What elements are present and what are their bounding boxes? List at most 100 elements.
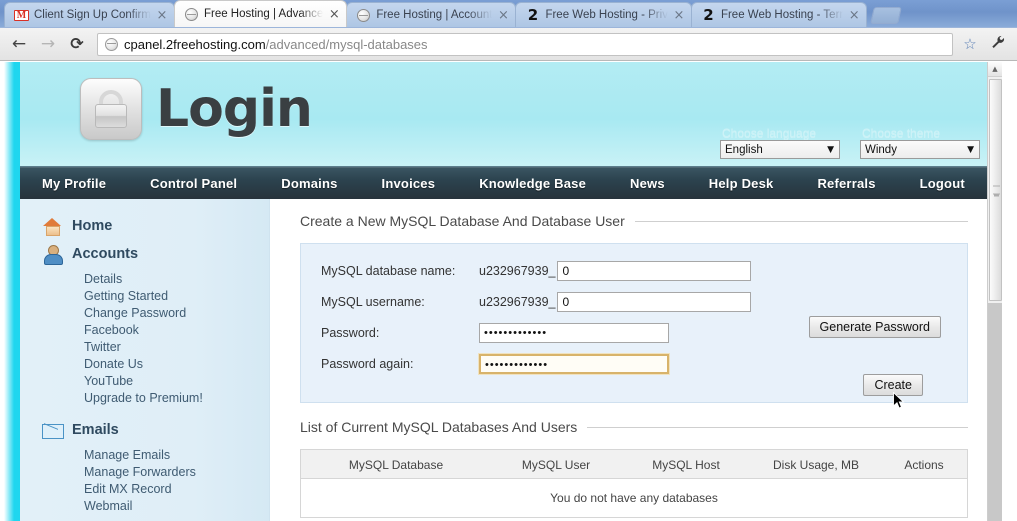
close-icon[interactable]: × (156, 9, 168, 22)
close-icon[interactable]: × (497, 9, 509, 22)
nav-item-help-desk[interactable]: Help Desk (687, 167, 796, 200)
new-tab-button[interactable] (868, 5, 904, 25)
sidebar-group-label: Home (72, 218, 113, 234)
browser-tab-5[interactable]: 2 Free Web Hosting - Terr × (690, 2, 868, 27)
tab-title: Free Web Hosting - Priv (545, 9, 668, 21)
username-label: MySQL username: (321, 295, 425, 309)
language-select[interactable]: English ▼ (720, 140, 840, 159)
password-input[interactable]: ••••••••••••• (479, 323, 669, 343)
sidebar-link-getting-started[interactable]: Getting Started (84, 288, 269, 305)
language-select-value: English (725, 143, 763, 156)
url-path: /advanced/mysql-databases (265, 36, 428, 52)
sidebar-emails-links: Manage Emails Manage Forwarders Edit MX … (20, 445, 269, 521)
two-icon: 2 (703, 6, 714, 24)
nav-item-logout[interactable]: Logout (898, 167, 987, 200)
url-text: cpanel.2freehosting.com/advanced/mysql-d… (124, 37, 428, 52)
database-name-label: MySQL database name: (321, 264, 456, 278)
password-label: Password: (321, 326, 380, 340)
browser-tab-1[interactable]: M Client Sign Up Confirm × (4, 2, 175, 27)
sidebar-link-details[interactable]: Details (84, 271, 269, 288)
generate-password-button[interactable]: Generate Password (808, 316, 941, 338)
chevron-down-icon: ▼ (827, 144, 834, 155)
globe-icon (356, 8, 371, 23)
column-header-mysql-user: MySQL User (521, 458, 591, 472)
browser-window: M Client Sign Up Confirm × Free Hosting … (0, 0, 1017, 521)
scrollbar-track[interactable] (988, 303, 1002, 521)
site-header: Login Choose language English ▼ Choose t… (20, 62, 990, 166)
two-icon: 2 (527, 6, 539, 24)
page-scrollbar[interactable]: ▲ (987, 62, 1002, 521)
column-header-mysql-host: MySQL Host (652, 458, 720, 472)
create-section-header: Create a New MySQL Database And Database… (300, 213, 968, 229)
nav-item-knowledge-base[interactable]: Knowledge Base (457, 167, 608, 200)
nav-item-my-profile[interactable]: My Profile (20, 167, 128, 200)
language-selector-group: Choose language English ▼ (720, 126, 840, 159)
section-divider (587, 426, 968, 428)
mail-icon (42, 420, 64, 440)
browser-toolbar: ← → ⟳ cpanel.2freehosting.com/advanced/m… (0, 28, 1017, 61)
sidebar-item-emails[interactable]: Emails (20, 417, 269, 443)
page-content-wrapper: Login Choose language English ▼ Choose t… (20, 62, 990, 521)
bookmark-star-icon[interactable]: ☆ (960, 35, 980, 53)
gmail-icon: M (14, 9, 29, 21)
main-navigation: My Profile Control Panel Domains Invoice… (20, 166, 990, 199)
chevron-down-icon: ▼ (967, 144, 974, 155)
sidebar-link-upgrade-to-premium[interactable]: Upgrade to Premium! (84, 390, 269, 407)
theme-selector-group: Choose theme Windy ▼ (860, 126, 980, 159)
sidebar-link-youtube[interactable]: YouTube (84, 373, 269, 390)
database-name-input[interactable]: 0 (557, 261, 752, 281)
section-divider (634, 220, 968, 222)
nav-item-invoices[interactable]: Invoices (360, 167, 458, 200)
create-button[interactable]: Create (863, 374, 923, 396)
sidebar-link-twitter[interactable]: Twitter (84, 339, 269, 356)
list-section-title: List of Current MySQL Databases And User… (300, 419, 578, 435)
browser-tab-3[interactable]: Free Hosting | Account × (346, 2, 517, 27)
tab-title: Client Sign Up Confirm (34, 9, 151, 21)
nav-item-control-panel[interactable]: Control Panel (128, 167, 259, 200)
padlock-icon (80, 78, 142, 140)
tab-title: Free Hosting | Advance (203, 8, 324, 20)
close-icon[interactable]: × (328, 8, 340, 21)
wrench-icon[interactable] (987, 35, 1009, 53)
scroll-up-icon[interactable]: ▲ (988, 62, 1002, 77)
sidebar-item-accounts[interactable]: Accounts (20, 241, 269, 267)
sidebar-item-home[interactable]: Home (20, 213, 269, 239)
sidebar-link-webmail[interactable]: Webmail (84, 498, 269, 515)
home-icon (42, 216, 62, 236)
nav-item-news[interactable]: News (608, 167, 687, 200)
form-row-password-again: Password again: ••••••••••••• (321, 353, 947, 375)
table-header-row: MySQL Database MySQL User MySQL Host Dis… (300, 449, 968, 479)
column-header-actions: Actions (904, 458, 944, 472)
tab-strip: M Client Sign Up Confirm × Free Hosting … (0, 0, 1017, 28)
column-header-disk-usage: Disk Usage, MB (772, 458, 860, 472)
username-input[interactable]: 0 (557, 292, 752, 312)
close-icon[interactable]: × (848, 9, 860, 22)
password-again-label: Password again: (321, 357, 414, 371)
nav-item-domains[interactable]: Domains (259, 167, 359, 200)
reload-icon[interactable]: ⟳ (66, 33, 88, 55)
sidebar-link-manage-emails[interactable]: Manage Emails (84, 447, 269, 464)
column-header-mysql-database: MySQL Database (348, 458, 444, 472)
nav-item-referrals[interactable]: Referrals (795, 167, 897, 200)
create-database-form: MySQL database name: u232967939_ 0 MySQL… (300, 243, 968, 409)
address-bar[interactable]: cpanel.2freehosting.com/advanced/mysql-d… (97, 32, 953, 56)
scrollbar-thumb[interactable] (989, 79, 1002, 301)
sidebar-link-edit-mx-record[interactable]: Edit MX Record (84, 481, 269, 498)
password-again-input[interactable]: ••••••••••••• (478, 353, 670, 375)
back-icon[interactable]: ← (8, 33, 30, 55)
user-icon (42, 244, 63, 265)
theme-select[interactable]: Windy ▼ (860, 140, 980, 159)
site-logo[interactable]: Login (80, 78, 313, 140)
sidebar-link-donate-us[interactable]: Donate Us (84, 356, 269, 373)
create-section-title: Create a New MySQL Database And Database… (300, 213, 625, 229)
main-content: Create a New MySQL Database And Database… (270, 199, 990, 521)
theme-select-value: Windy (865, 143, 897, 156)
sidebar-link-facebook[interactable]: Facebook (84, 322, 269, 339)
sidebar-link-manage-forwarders[interactable]: Manage Forwarders (84, 464, 269, 481)
sidebar-link-change-password[interactable]: Change Password (84, 305, 269, 322)
close-icon[interactable]: × (673, 9, 685, 22)
browser-tab-4[interactable]: 2 Free Web Hosting - Priv × (515, 2, 692, 27)
wrench-glyph (992, 35, 1005, 49)
choose-theme-label: Choose theme (862, 126, 941, 140)
browser-tab-2[interactable]: Free Hosting | Advance × (173, 0, 348, 27)
